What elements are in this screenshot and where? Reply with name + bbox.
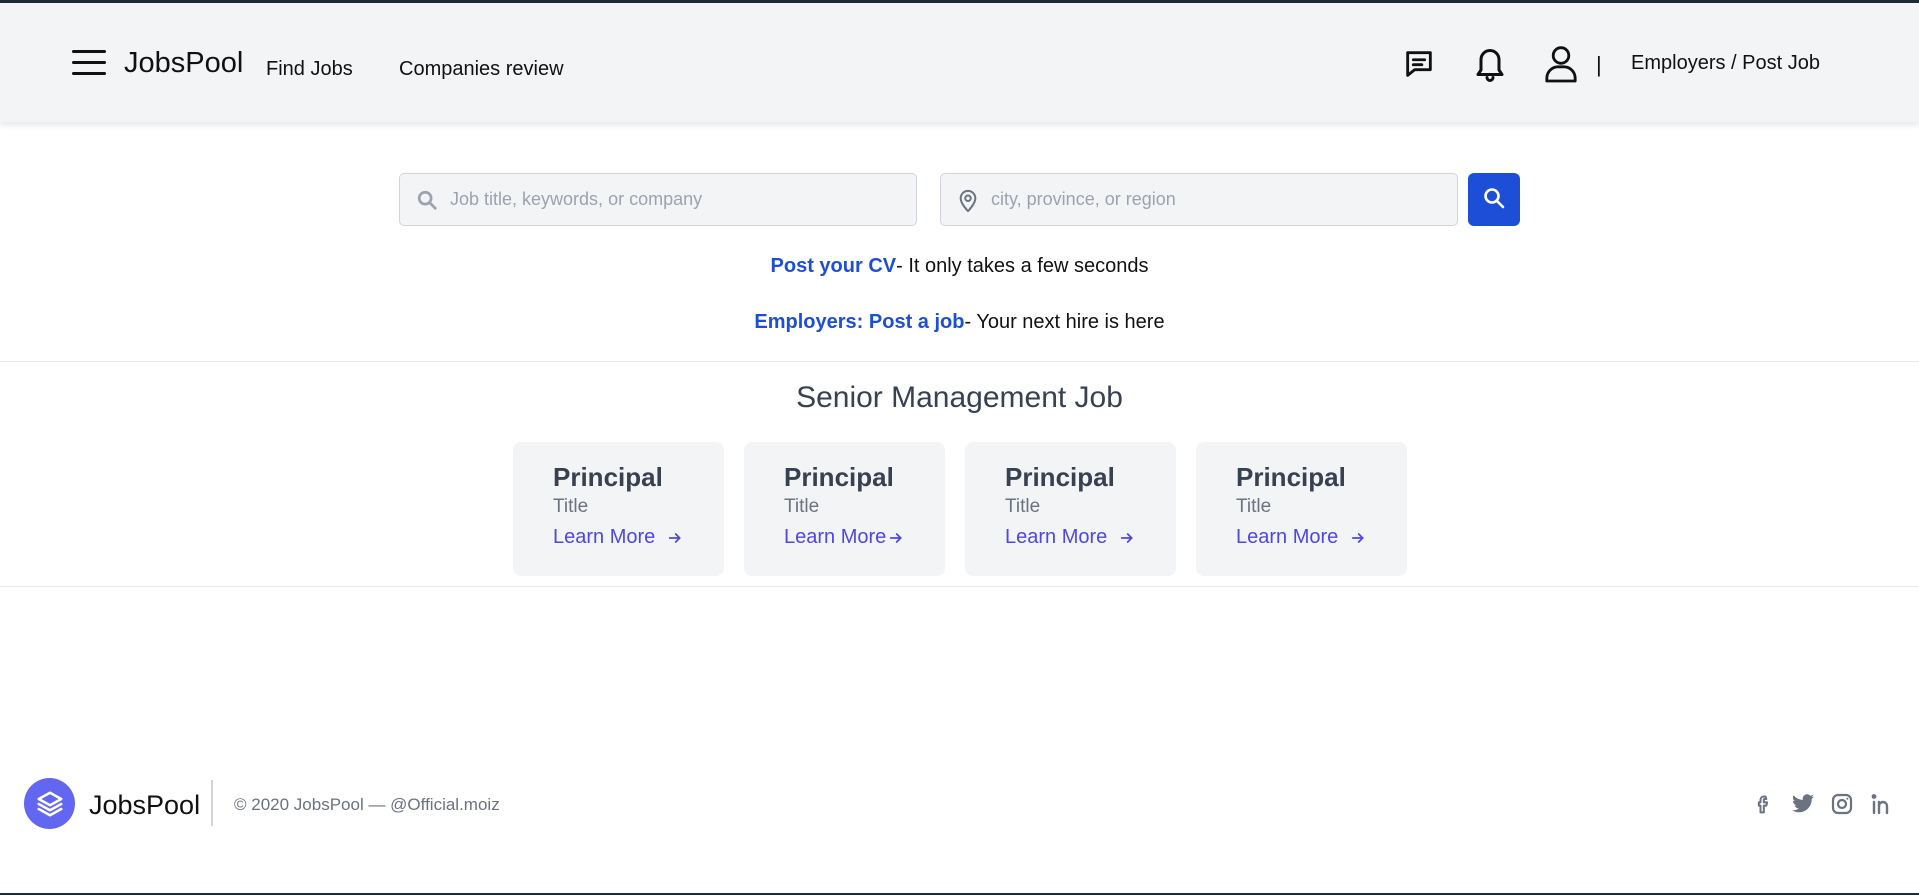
location-search-field	[940, 173, 1458, 226]
top-navbar: JobsPool Find Jobs Companies review | Em…	[0, 3, 1919, 122]
employers-post-job-promo-link[interactable]: Employers: Post a job	[754, 311, 964, 333]
job-card: Principal Title Learn More	[965, 442, 1176, 576]
job-card-title: Principal	[1005, 462, 1115, 492]
learn-more-label: Learn More	[1236, 526, 1339, 548]
post-cv-promo: Post your CV- It only takes a few second…	[0, 255, 1919, 278]
twitter-icon[interactable]	[1790, 792, 1816, 821]
employers-post-job-link[interactable]: Employers / Post Job	[1631, 52, 1820, 75]
section-divider	[0, 586, 1919, 587]
location-input[interactable]	[991, 174, 1441, 225]
hamburger-menu-icon[interactable]	[72, 50, 108, 80]
brand-logo-text[interactable]: JobsPool	[124, 47, 243, 80]
job-card-title: Principal	[784, 462, 894, 492]
learn-more-link[interactable]: Learn More	[553, 526, 683, 549]
job-search-field	[399, 173, 917, 226]
job-card-title: Principal	[1236, 462, 1346, 492]
job-card: Principal Title Learn More	[513, 442, 724, 576]
job-keyword-input[interactable]	[450, 174, 900, 225]
learn-more-label: Learn More	[1005, 526, 1108, 548]
employer-promo: Employers: Post a job- Your next hire is…	[0, 311, 1919, 334]
learn-more-label: Learn More	[553, 526, 656, 548]
location-pin-icon	[957, 189, 979, 218]
footer-brand[interactable]: JobsPool	[89, 790, 200, 821]
post-cv-text: - It only takes a few seconds	[896, 255, 1149, 277]
header-separator: |	[1596, 52, 1602, 77]
employer-promo-text: - Your next hire is here	[964, 311, 1165, 333]
nav-companies-review[interactable]: Companies review	[399, 58, 564, 81]
layers-logo-icon[interactable]	[24, 778, 75, 829]
post-cv-link[interactable]: Post your CV	[771, 255, 897, 277]
job-card-subtitle: Title	[553, 496, 589, 517]
section-divider	[0, 361, 1919, 362]
job-card-subtitle: Title	[784, 496, 820, 517]
learn-more-label: Learn More	[784, 526, 887, 548]
section-title: Senior Management Job	[796, 381, 1123, 414]
job-card: Principal Title Learn More	[1196, 442, 1407, 576]
linkedin-icon[interactable]	[1870, 792, 1894, 821]
search-icon	[1482, 186, 1506, 213]
arrow-right-icon	[669, 532, 681, 543]
learn-more-link[interactable]: Learn More	[784, 526, 904, 549]
instagram-icon[interactable]	[1830, 792, 1854, 821]
search-button[interactable]	[1468, 173, 1520, 226]
learn-more-link[interactable]: Learn More	[1005, 526, 1135, 549]
user-icon[interactable]	[1544, 44, 1578, 84]
job-card: Principal Title Learn More	[744, 442, 945, 576]
learn-more-link[interactable]: Learn More	[1236, 526, 1366, 549]
job-card-subtitle: Title	[1005, 496, 1041, 517]
job-card-title: Principal	[553, 462, 663, 492]
search-icon	[416, 189, 438, 216]
job-card-subtitle: Title	[1236, 496, 1272, 517]
arrow-right-icon	[1352, 532, 1364, 543]
chat-icon[interactable]	[1402, 47, 1436, 81]
nav-find-jobs[interactable]: Find Jobs	[266, 58, 353, 81]
facebook-icon[interactable]	[1753, 792, 1773, 821]
copyright-text: © 2020 JobsPool — @Official.moiz	[234, 795, 500, 814]
footer-divider	[211, 780, 213, 826]
bell-icon[interactable]	[1472, 44, 1508, 84]
arrow-right-icon	[890, 532, 902, 543]
arrow-right-icon	[1121, 532, 1133, 543]
